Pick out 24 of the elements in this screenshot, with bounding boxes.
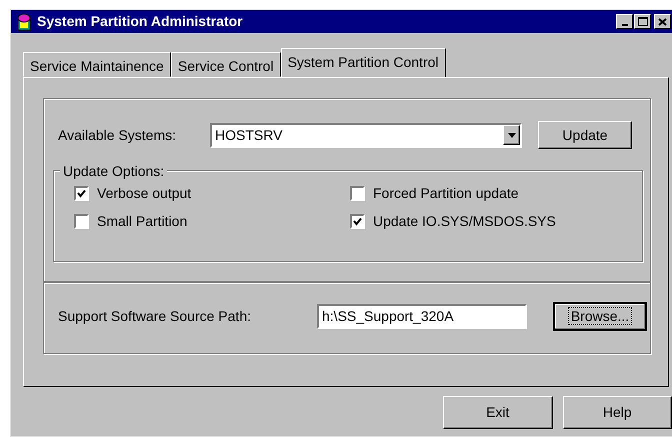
tab[interactable]: System Partition Control: [280, 48, 446, 77]
update-button[interactable]: Update: [538, 121, 632, 149]
maximize-icon[interactable]: [634, 14, 651, 29]
checkbox-label[interactable]: Small Partition: [97, 211, 188, 232]
checkbox[interactable]: [350, 186, 365, 201]
browse-button[interactable]: Browse...: [553, 302, 647, 330]
dialog-button[interactable]: Exit: [443, 396, 552, 429]
field-label: Available Systems:: [58, 126, 178, 145]
tab[interactable]: Service Control: [170, 52, 281, 77]
window-title: System Partition Administrator: [37, 12, 243, 31]
minimize-icon[interactable]: [616, 14, 633, 29]
tab[interactable]: Service Maintainence: [23, 52, 171, 77]
checkbox[interactable]: [74, 214, 89, 229]
checkbox[interactable]: [74, 186, 89, 201]
app-icon: [15, 12, 33, 30]
systems-dropdown[interactable]: HOSTSRV: [210, 122, 522, 148]
checkbox-label[interactable]: Update IO.SYS/MSDOS.SYS: [373, 211, 556, 232]
checkbox-label[interactable]: Forced Partition update: [373, 183, 519, 204]
checkbox[interactable]: [350, 214, 365, 229]
close-icon[interactable]: [654, 14, 671, 29]
field-label: Support Software Source Path:: [58, 306, 252, 326]
checkbox-label[interactable]: Verbose output: [97, 183, 192, 204]
dialog-button[interactable]: Help: [562, 396, 672, 429]
path-field[interactable]: h:\SS_Support_320A: [317, 304, 527, 328]
